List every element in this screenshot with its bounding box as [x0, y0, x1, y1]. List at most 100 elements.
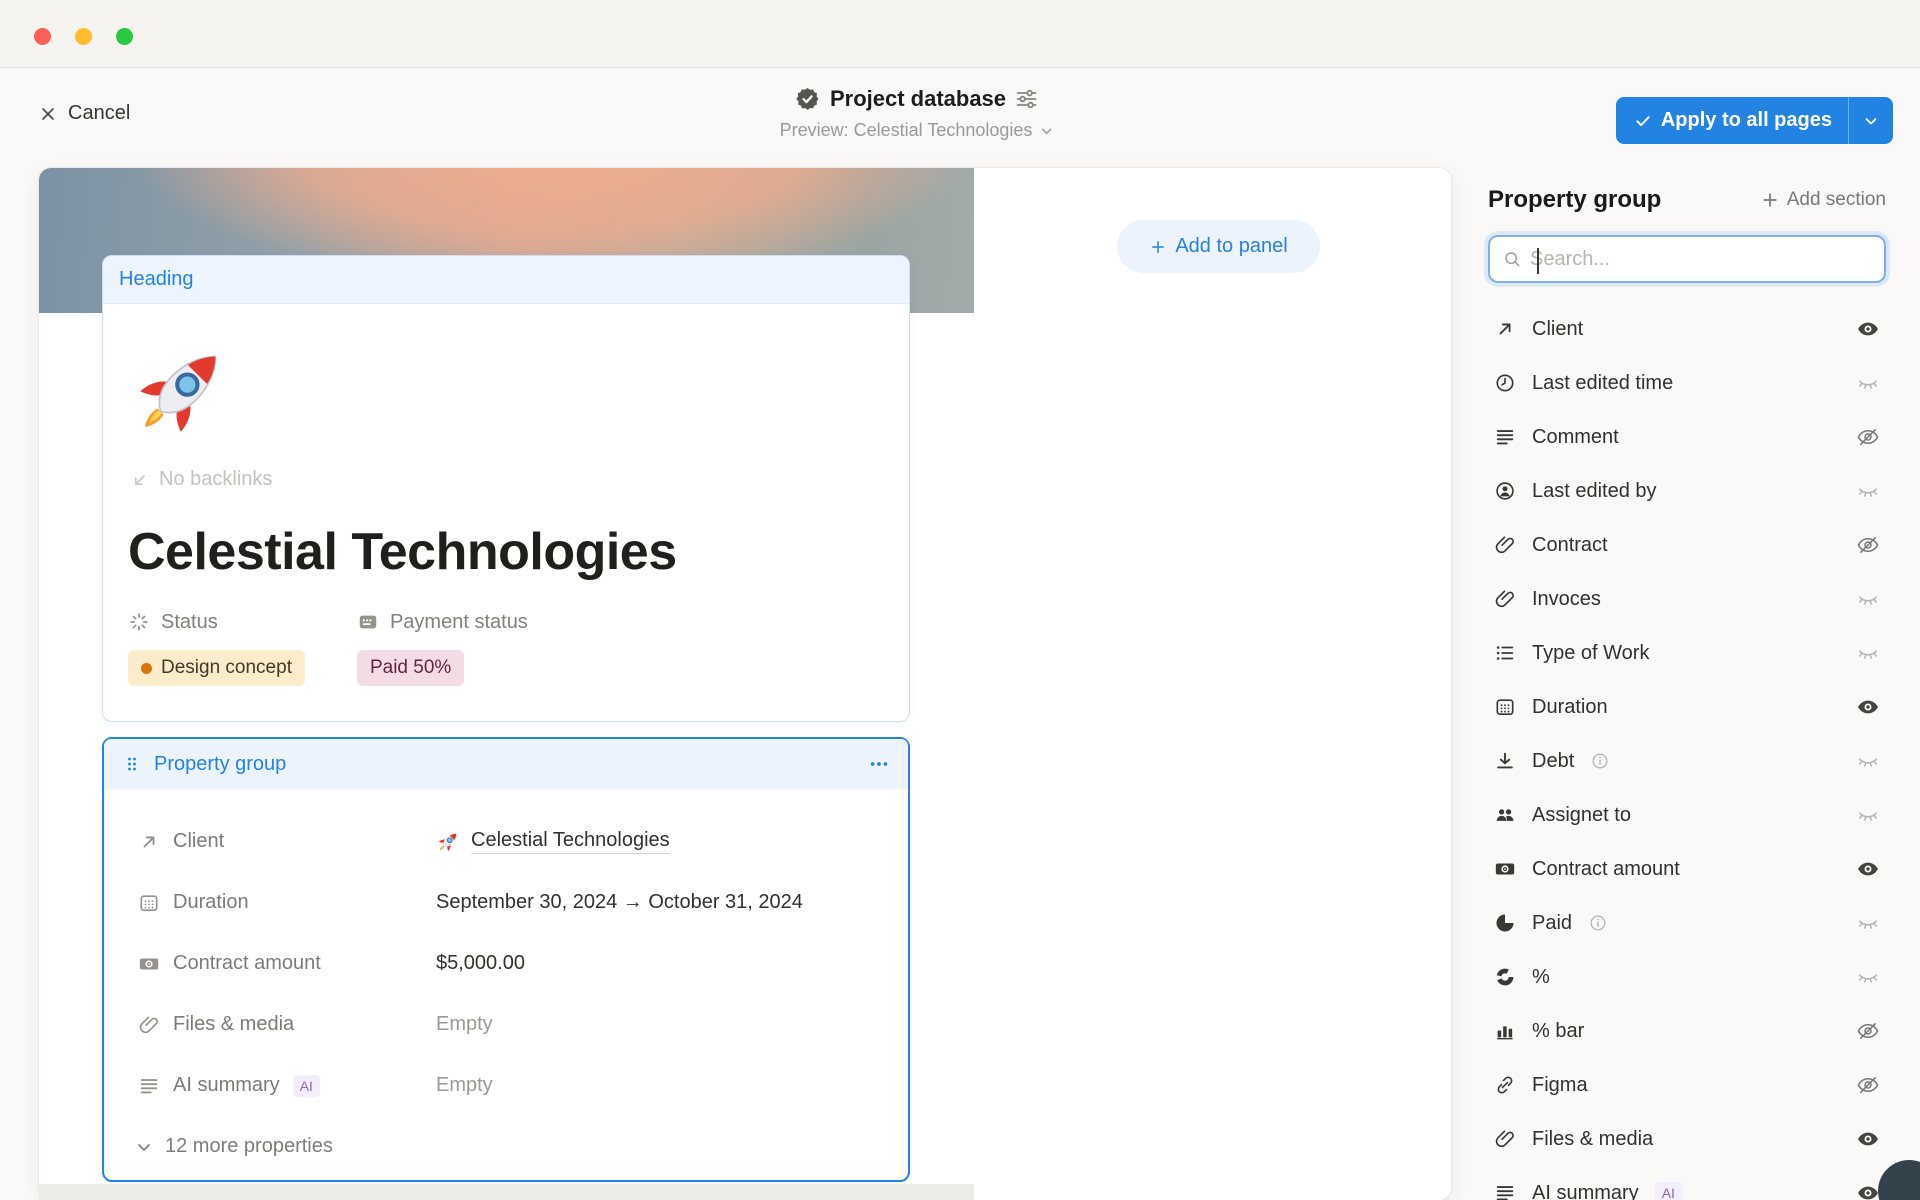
sidebar-property-row[interactable]: Files & media: [1488, 1112, 1886, 1166]
sidebar-property-row[interactable]: Comment: [1488, 410, 1886, 464]
backlinks-indicator[interactable]: No backlinks: [130, 468, 272, 491]
property-label: Contract amount: [138, 952, 402, 975]
sidebar-property-row[interactable]: Contract: [1488, 518, 1886, 572]
property-name: Files & media: [173, 1013, 294, 1036]
payment-value-pill[interactable]: Paid 50%: [357, 650, 464, 686]
property-value-text: Empty: [436, 1013, 493, 1036]
property-search-box: [1488, 235, 1886, 283]
property-group-header: Property group: [104, 739, 908, 789]
zoom-window-button[interactable]: [116, 28, 133, 45]
eye-slash-icon[interactable]: [1856, 425, 1880, 449]
sidebar-property-row[interactable]: % bar: [1488, 1004, 1886, 1058]
cancel-button[interactable]: Cancel: [38, 102, 130, 125]
property-row[interactable]: Duration September 30, 2024 → October 31…: [104, 872, 908, 933]
rocket-icon: [436, 829, 461, 854]
property-row[interactable]: Client Celestial Technologies: [104, 811, 908, 872]
header-title-block: Project database Preview: Celestial Tech…: [780, 86, 1055, 141]
app-window: Cancel Project database Preview: Celesti…: [0, 0, 1920, 1200]
plus-icon: [1149, 238, 1167, 256]
heading-section-label: Heading: [119, 268, 194, 291]
eye-closed-icon[interactable]: [1856, 587, 1880, 611]
sidebar-property-row[interactable]: Figma: [1488, 1058, 1886, 1112]
eye-open-icon[interactable]: [1856, 317, 1880, 341]
payment-status-property[interactable]: Payment status Paid 50%: [357, 608, 528, 686]
ai-badge: AI: [293, 1075, 320, 1097]
property-name: Duration: [173, 891, 249, 914]
sidebar-property-row[interactable]: Paid: [1488, 896, 1886, 950]
heading-section-header: Heading: [103, 256, 909, 304]
property-value[interactable]: Celestial Technologies: [402, 829, 884, 854]
status-value-pill[interactable]: Design concept: [128, 650, 305, 686]
property-value-text[interactable]: Celestial Technologies: [471, 829, 670, 854]
property-value[interactable]: Empty: [402, 1013, 884, 1036]
eye-slash-icon[interactable]: [1856, 1073, 1880, 1097]
search-icon: [1502, 249, 1522, 269]
eye-closed-icon[interactable]: [1856, 479, 1880, 503]
property-value[interactable]: September 30, 2024 → October 31, 2024: [402, 891, 884, 914]
eye-closed-icon[interactable]: [1856, 641, 1880, 665]
document-title[interactable]: Celestial Technologies: [128, 522, 677, 582]
close-icon: [38, 104, 58, 124]
chevron-down-icon: [1038, 123, 1054, 139]
apply-dropdown-button[interactable]: [1849, 97, 1893, 144]
eye-slash-icon[interactable]: [1856, 1019, 1880, 1043]
sidebar-property-row[interactable]: Debt: [1488, 734, 1886, 788]
drag-handle-icon[interactable]: [122, 754, 142, 774]
sidebar-property-row[interactable]: Invoces: [1488, 572, 1886, 626]
sliders-icon[interactable]: [1015, 87, 1039, 111]
ai-badge: AI: [1655, 1182, 1682, 1200]
sidebar-property-row[interactable]: AI summaryAI: [1488, 1166, 1886, 1200]
eye-slash-icon[interactable]: [1856, 533, 1880, 557]
property-group-section[interactable]: Property group Client Celestial Technolo…: [102, 737, 910, 1182]
property-label: Client: [138, 830, 402, 853]
status-spinner-icon: [128, 611, 150, 633]
sidebar-property-row[interactable]: Type of Work: [1488, 626, 1886, 680]
clock-icon: [1494, 372, 1516, 394]
status-property[interactable]: Status Design concept: [128, 608, 305, 686]
status-label: Status: [161, 611, 218, 634]
property-row[interactable]: Files & media Empty: [104, 994, 908, 1055]
payment-status-label: Payment status: [390, 611, 528, 634]
sidebar-property-row[interactable]: Contract amount: [1488, 842, 1886, 896]
sidebar-property-row[interactable]: Last edited time: [1488, 356, 1886, 410]
paperclip-icon: [1494, 534, 1516, 556]
property-value[interactable]: Empty: [402, 1074, 884, 1097]
sidebar-property-row[interactable]: Last edited by: [1488, 464, 1886, 518]
property-label: Files & media: [138, 1013, 402, 1036]
heading-section[interactable]: Heading No backlinks Celestial Technolog…: [102, 255, 910, 722]
sidebar-property-row[interactable]: Client: [1488, 302, 1886, 356]
sidebar-property-label: Contract: [1532, 534, 1608, 557]
property-row[interactable]: Contract amount $5,000.00: [104, 933, 908, 994]
eye-closed-icon[interactable]: [1856, 803, 1880, 827]
eye-open-icon[interactable]: [1856, 857, 1880, 881]
add-to-panel-label: Add to panel: [1175, 235, 1287, 258]
eye-closed-icon[interactable]: [1856, 911, 1880, 935]
close-window-button[interactable]: [34, 28, 51, 45]
minimize-window-button[interactable]: [75, 28, 92, 45]
eye-open-icon[interactable]: [1856, 1181, 1880, 1200]
sidebar-property-row[interactable]: Assignet to: [1488, 788, 1886, 842]
property-value[interactable]: $5,000.00: [402, 952, 884, 975]
add-to-panel-button[interactable]: Add to panel: [1117, 220, 1320, 273]
eye-closed-icon[interactable]: [1856, 965, 1880, 989]
sidebar-property-label: %: [1532, 966, 1550, 989]
banknote-icon: [138, 953, 160, 975]
rocket-page-icon[interactable]: [128, 336, 236, 444]
sidebar-property-row[interactable]: %: [1488, 950, 1886, 1004]
apply-to-all-pages-button[interactable]: Apply to all pages: [1616, 97, 1893, 144]
eye-open-icon[interactable]: [1856, 1127, 1880, 1151]
sidebar-property-label: Paid: [1532, 912, 1572, 935]
featured-properties: Status Design concept Payment status Pai…: [128, 608, 528, 686]
more-properties-toggle[interactable]: 12 more properties: [104, 1116, 908, 1177]
sidebar-property-row[interactable]: Duration: [1488, 680, 1886, 734]
eye-open-icon[interactable]: [1856, 695, 1880, 719]
link-icon: [1494, 1074, 1516, 1096]
sidebar-property-label: Files & media: [1532, 1128, 1653, 1151]
property-row[interactable]: AI summary AI Empty: [104, 1055, 908, 1116]
preview-selector[interactable]: Preview: Celestial Technologies: [780, 120, 1055, 141]
eye-closed-icon[interactable]: [1856, 749, 1880, 773]
search-input[interactable]: [1530, 248, 1872, 271]
eye-closed-icon[interactable]: [1856, 371, 1880, 395]
more-options-icon[interactable]: [868, 753, 890, 775]
add-section-button[interactable]: Add section: [1760, 189, 1886, 211]
